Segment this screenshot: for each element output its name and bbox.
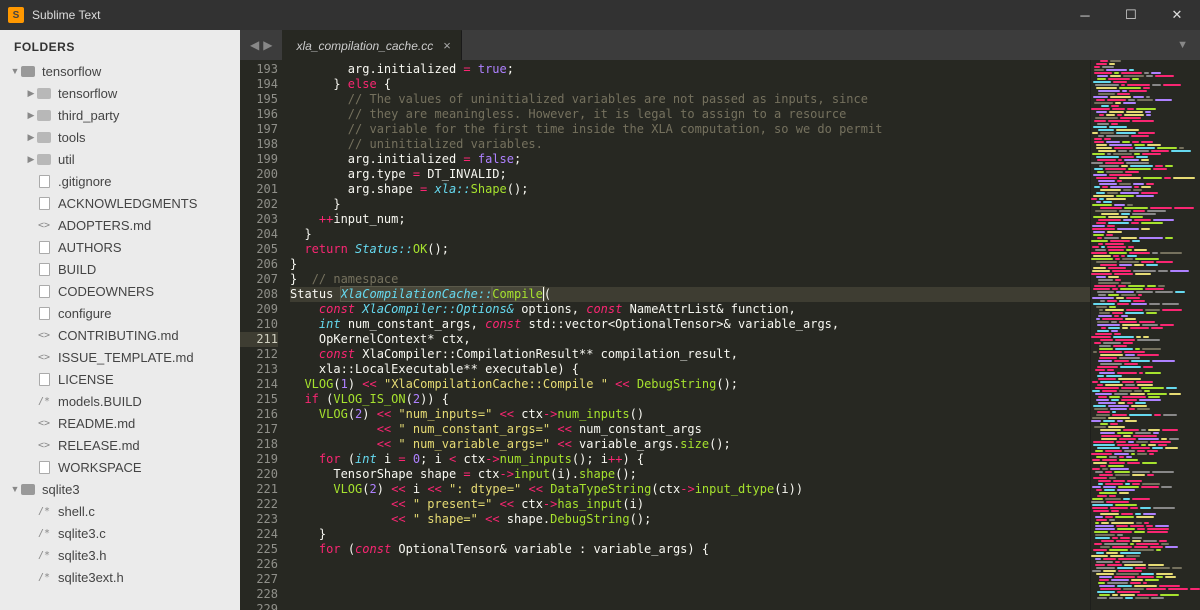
- code-file-icon: /*: [36, 525, 52, 541]
- tree-file[interactable]: .gitignore: [0, 170, 240, 192]
- line-gutter: 1931941951961971981992002012022032042052…: [240, 60, 290, 610]
- tree-label: README.md: [58, 416, 135, 431]
- code-file-icon: /*: [36, 393, 52, 409]
- tree-label: AUTHORS: [58, 240, 122, 255]
- tree-file[interactable]: /* models.BUILD: [0, 390, 240, 412]
- tree-file[interactable]: <> README.md: [0, 412, 240, 434]
- chevron-right-icon: ▶: [26, 110, 36, 121]
- tree-file[interactable]: AUTHORS: [0, 236, 240, 258]
- tree-label: third_party: [58, 108, 119, 123]
- markdown-icon: <>: [36, 437, 52, 453]
- nav-back-icon[interactable]: ◀: [250, 38, 259, 52]
- tree-label: sqlite3.h: [58, 548, 106, 563]
- folder-open-icon: [20, 481, 36, 497]
- tree-label: .gitignore: [58, 174, 111, 189]
- tree-folder[interactable]: ▶ tools: [0, 126, 240, 148]
- markdown-icon: <>: [36, 327, 52, 343]
- tree-folder[interactable]: ▶ third_party: [0, 104, 240, 126]
- tab-close-icon[interactable]: ×: [443, 38, 451, 53]
- folder-icon: [36, 151, 52, 167]
- tree-label: BUILD: [58, 262, 96, 277]
- markdown-icon: <>: [36, 349, 52, 365]
- chevron-down-icon: ▼: [10, 66, 20, 76]
- folder-icon: [36, 107, 52, 123]
- tree-file[interactable]: WORKSPACE: [0, 456, 240, 478]
- tab-bar: ◀ ▶ xla_compilation_cache.cc × ▼: [240, 30, 1200, 60]
- tree-folder[interactable]: ▼ tensorflow: [0, 60, 240, 82]
- nav-forward-icon[interactable]: ▶: [263, 38, 272, 52]
- app-icon: S: [8, 7, 24, 23]
- minimap[interactable]: [1090, 60, 1200, 610]
- tree-folder[interactable]: ▼ sqlite3: [0, 478, 240, 500]
- folder-icon: [36, 85, 52, 101]
- tree-label: CODEOWNERS: [58, 284, 154, 299]
- tree-label: tools: [58, 130, 85, 145]
- tree-label: ADOPTERS.md: [58, 218, 151, 233]
- editor-area: ◀ ▶ xla_compilation_cache.cc × ▼ 1931941…: [240, 30, 1200, 610]
- tree-file[interactable]: <> ADOPTERS.md: [0, 214, 240, 236]
- tree-folder[interactable]: ▶ util: [0, 148, 240, 170]
- tree-label: CONTRIBUTING.md: [58, 328, 179, 343]
- code-editor[interactable]: arg.initialized = true; } else { // The …: [290, 60, 1090, 610]
- tree-label: LICENSE: [58, 372, 114, 387]
- markdown-icon: <>: [36, 217, 52, 233]
- tree-label: RELEASE.md: [58, 438, 140, 453]
- tab-label: xla_compilation_cache.cc: [296, 39, 433, 53]
- chevron-right-icon: ▶: [26, 132, 36, 143]
- tree-file[interactable]: configure: [0, 302, 240, 324]
- tree-file[interactable]: CODEOWNERS: [0, 280, 240, 302]
- tree-file[interactable]: /* shell.c: [0, 500, 240, 522]
- file-icon: [36, 283, 52, 299]
- tree-label: tensorflow: [42, 64, 101, 79]
- file-icon: [36, 305, 52, 321]
- tree-label: WORKSPACE: [58, 460, 142, 475]
- chevron-down-icon: ▼: [10, 484, 20, 494]
- tree-label: tensorflow: [58, 86, 117, 101]
- tree-label: models.BUILD: [58, 394, 142, 409]
- tree-file[interactable]: <> ISSUE_TEMPLATE.md: [0, 346, 240, 368]
- code-file-icon: /*: [36, 569, 52, 585]
- tree-file[interactable]: ACKNOWLEDGMENTS: [0, 192, 240, 214]
- tree-file[interactable]: <> RELEASE.md: [0, 434, 240, 456]
- tree-label: util: [58, 152, 75, 167]
- tree-label: ACKNOWLEDGMENTS: [58, 196, 197, 211]
- file-icon: [36, 195, 52, 211]
- tree-label: shell.c: [58, 504, 95, 519]
- code-file-icon: /*: [36, 503, 52, 519]
- chevron-right-icon: ▶: [26, 154, 36, 165]
- tree-label: ISSUE_TEMPLATE.md: [58, 350, 194, 365]
- file-icon: [36, 261, 52, 277]
- tree-label: configure: [58, 306, 111, 321]
- tree-folder[interactable]: ▶ tensorflow: [0, 82, 240, 104]
- tab-overflow-icon[interactable]: ▼: [1165, 39, 1200, 51]
- file-icon: [36, 173, 52, 189]
- chevron-right-icon: ▶: [26, 88, 36, 99]
- tree-file[interactable]: /* sqlite3.c: [0, 522, 240, 544]
- tree-label: sqlite3.c: [58, 526, 106, 541]
- tree-file[interactable]: BUILD: [0, 258, 240, 280]
- tree-label: sqlite3: [42, 482, 80, 497]
- minimize-button[interactable]: ─: [1062, 0, 1108, 30]
- code-file-icon: /*: [36, 547, 52, 563]
- close-button[interactable]: ✕: [1154, 0, 1200, 30]
- file-icon: [36, 371, 52, 387]
- folder-sidebar: FOLDERS ▼ tensorflow ▶ tensorflow ▶ third_par…: [0, 30, 240, 610]
- file-icon: [36, 239, 52, 255]
- sidebar-title: FOLDERS: [0, 30, 240, 60]
- folder-icon: [36, 129, 52, 145]
- tree-file[interactable]: /* sqlite3.h: [0, 544, 240, 566]
- file-tab[interactable]: xla_compilation_cache.cc ×: [282, 30, 461, 60]
- tree-label: sqlite3ext.h: [58, 570, 124, 585]
- titlebar: S Sublime Text ─ ☐ ✕: [0, 0, 1200, 30]
- app-title: Sublime Text: [32, 8, 1062, 22]
- tree-file[interactable]: /* sqlite3ext.h: [0, 566, 240, 588]
- file-icon: [36, 459, 52, 475]
- markdown-icon: <>: [36, 415, 52, 431]
- maximize-button[interactable]: ☐: [1108, 0, 1154, 30]
- folder-open-icon: [20, 63, 36, 79]
- tree-file[interactable]: LICENSE: [0, 368, 240, 390]
- tree-file[interactable]: <> CONTRIBUTING.md: [0, 324, 240, 346]
